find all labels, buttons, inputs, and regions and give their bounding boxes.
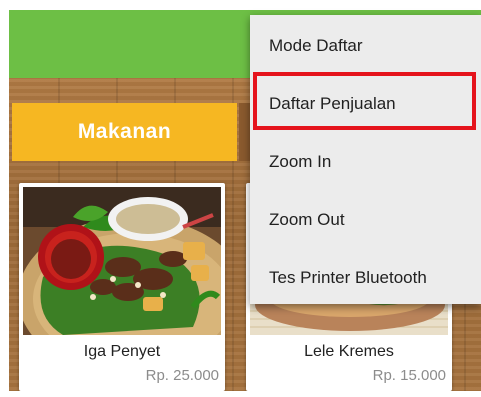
- product-price: Rp. 25.000: [145, 367, 219, 384]
- menu-item-zoom-out[interactable]: Zoom Out: [250, 191, 481, 249]
- menu-item-mode-daftar[interactable]: Mode Daftar: [250, 17, 481, 75]
- menu-item-label: Tes Printer Bluetooth: [269, 268, 427, 287]
- product-photo: [23, 187, 221, 335]
- product-name: Lele Kremes: [304, 343, 394, 360]
- left-edge: [0, 0, 9, 397]
- category-tab-makanan[interactable]: Makanan: [12, 103, 237, 161]
- status-strip: [0, 0, 481, 10]
- product-card-iga-penyet[interactable]: Iga Penyet Rp. 25.000: [19, 183, 225, 391]
- app-screen: Makanan Iga Penyet Rp. 25.000 Lele Kreme…: [0, 0, 481, 397]
- menu-item-label: Mode Daftar: [269, 36, 363, 55]
- menu-item-tes-printer-bluetooth[interactable]: Tes Printer Bluetooth: [250, 249, 481, 307]
- food-image-iga-penyet: [23, 187, 221, 335]
- menu-item-zoom-in[interactable]: Zoom In: [250, 133, 481, 191]
- bottom-edge: [0, 391, 481, 397]
- category-tab-label: Makanan: [77, 120, 172, 143]
- product-price: Rp. 15.000: [372, 367, 446, 384]
- product-name: Iga Penyet: [83, 343, 161, 360]
- highlight-annotation: [253, 72, 476, 130]
- menu-item-label: Zoom Out: [269, 210, 345, 229]
- menu-item-label: Zoom In: [269, 152, 332, 171]
- overflow-menu: Mode Daftar Daftar Penjualan Zoom In Zoo…: [250, 15, 481, 304]
